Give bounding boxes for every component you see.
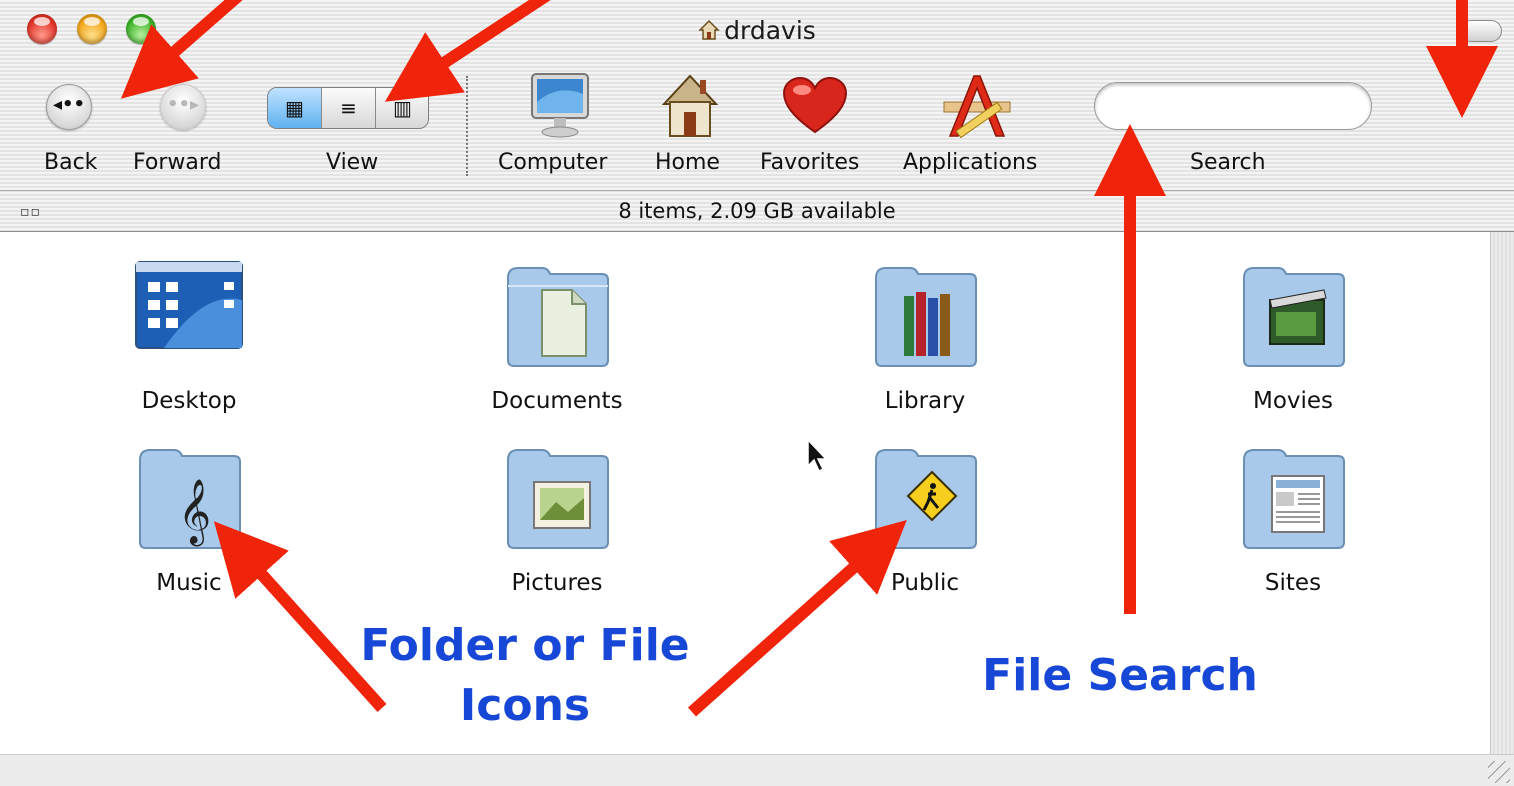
favorites-label: Favorites — [760, 150, 860, 175]
home-icon — [698, 19, 720, 40]
file-item-label: Library — [884, 388, 966, 414]
file-item-library[interactable]: Library — [815, 260, 1035, 430]
file-item-label: Public — [890, 570, 960, 596]
annotation-text: Folder or File — [360, 620, 690, 671]
annotation-text: Icons — [459, 680, 591, 731]
file-item-documents[interactable]: Documents — [447, 260, 667, 430]
file-item-movies[interactable]: Movies — [1183, 260, 1403, 430]
file-item-desktop[interactable]: Desktop — [79, 260, 299, 430]
pictures-folder-icon — [507, 449, 609, 549]
list-view-icon[interactable]: ≡ — [321, 88, 375, 128]
forward-button[interactable]: ••▸ — [160, 84, 206, 130]
back-arrow-icon: ◂•• — [52, 94, 86, 115]
file-item-sites[interactable]: Sites — [1183, 442, 1403, 612]
home-toolbar-icon[interactable] — [660, 72, 720, 138]
desktop-icon — [135, 261, 243, 349]
applications-icon[interactable] — [940, 72, 1014, 138]
forward-arrow-icon: ••▸ — [166, 94, 200, 115]
file-item-label: Pictures — [511, 570, 603, 596]
column-view-icon[interactable]: ▥ — [375, 88, 428, 128]
window-bottom-bar — [0, 754, 1514, 786]
mouse-pointer-icon — [807, 438, 828, 473]
file-item-label: Documents — [491, 388, 623, 414]
window-title-text: drdavis — [724, 16, 816, 45]
annotation-folder-icons: Folder or File Icons — [340, 616, 710, 736]
documents-folder-icon — [507, 267, 609, 367]
public-folder-icon — [875, 449, 977, 549]
view-label: View — [326, 150, 379, 175]
toolbar-toggle-button[interactable] — [1460, 20, 1502, 42]
library-folder-icon — [875, 267, 977, 367]
file-item-label: Sites — [1264, 570, 1322, 596]
home-label: Home — [655, 150, 720, 175]
icon-view-icon[interactable]: ▦ — [268, 88, 321, 128]
movies-folder-icon — [1243, 267, 1345, 367]
svg-text:𝄞: 𝄞 — [178, 479, 211, 546]
resize-grip-icon[interactable] — [1488, 761, 1510, 783]
heart-icon[interactable] — [782, 76, 848, 136]
status-text: 8 items, 2.09 GB available — [618, 199, 896, 223]
search-label: Search — [1190, 150, 1266, 175]
back-button[interactable]: ◂•• — [46, 84, 92, 130]
search-input[interactable] — [1094, 82, 1372, 130]
sites-folder-icon — [1243, 449, 1345, 549]
window-title: drdavis — [0, 16, 1514, 45]
vertical-scrollbar[interactable] — [1490, 232, 1514, 754]
back-label: Back — [44, 150, 98, 175]
computer-icon[interactable] — [528, 72, 592, 140]
file-item-pictures[interactable]: Pictures — [447, 442, 667, 612]
music-folder-icon: 𝄞 — [139, 449, 241, 549]
toolbar-separator — [466, 76, 468, 176]
annotation-file-search: File Search — [982, 650, 1258, 701]
forward-label: Forward — [133, 150, 222, 175]
computer-label: Computer — [498, 150, 608, 175]
title-bar[interactable]: drdavis — [0, 0, 1514, 62]
file-item-music[interactable]: 𝄞 Music — [79, 442, 299, 612]
view-segmented-control[interactable]: ▦ ≡ ▥ — [267, 87, 429, 129]
file-item-label: Desktop — [141, 388, 237, 414]
finder-window: drdavis ◂•• Back ••▸ Forward ▦ ≡ ▥ View … — [0, 0, 1514, 786]
file-item-public[interactable]: Public — [815, 442, 1035, 612]
file-item-label: Movies — [1252, 388, 1334, 414]
file-item-label: Music — [156, 570, 222, 596]
status-bar: ▫▫ 8 items, 2.09 GB available — [0, 190, 1514, 232]
applications-label: Applications — [903, 150, 1038, 175]
